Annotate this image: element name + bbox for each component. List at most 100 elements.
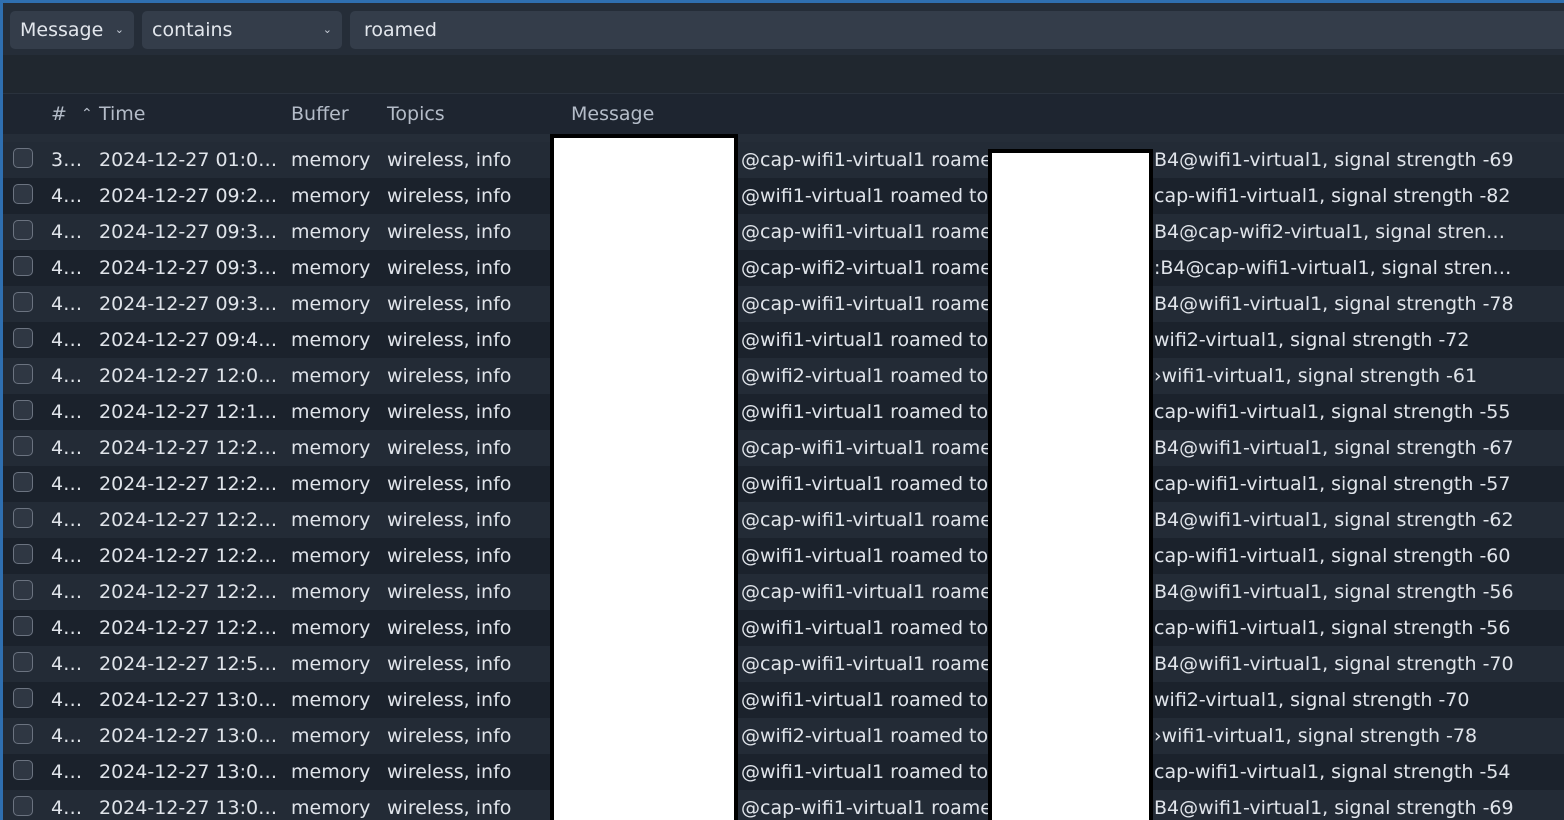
row-buffer: memory: [291, 761, 371, 783]
table-row[interactable]: 40... 2024-12-27 09:38:... memory wireless,…: [3, 286, 1564, 322]
row-buffer: memory: [291, 653, 371, 675]
row-message-part: cap-wifi1-virtual1, signal strength -82: [1154, 185, 1511, 207]
table-row[interactable]: 41... 2024-12-27 13:06:47 memory wireless, …: [3, 682, 1564, 718]
table-row-partial: [3, 134, 1564, 142]
row-checkbox[interactable]: [13, 184, 33, 204]
row-topics: wireless, info: [387, 689, 512, 711]
row-checkbox[interactable]: [13, 508, 33, 528]
row-time: 2024-12-27 09:20:...: [99, 185, 285, 207]
chevron-down-icon: ⌄: [114, 23, 124, 36]
row-checkbox[interactable]: [13, 148, 33, 168]
caret-up-icon[interactable]: ⌃: [81, 106, 93, 122]
table-row[interactable]: 40... 2024-12-27 12:28:12 memory wireless, …: [3, 466, 1564, 502]
row-checkbox[interactable]: [13, 616, 33, 636]
row-message-part: :B4@cap-wifi1-virtual1, signal strengt..…: [1154, 257, 1514, 279]
row-time: 2024-12-27 12:28:12: [99, 473, 285, 495]
row-message-part: @wifi1-virtual1 roamed to 9E: [741, 545, 991, 567]
table-row[interactable]: 40... 2024-12-27 09:44:15 memory wireless, …: [3, 322, 1564, 358]
table-row[interactable]: 40... 2024-12-27 12:28:47 memory wireless, …: [3, 502, 1564, 538]
row-checkbox[interactable]: [13, 652, 33, 672]
row-time: 2024-12-27 13:06:47: [99, 689, 285, 711]
row-number: 40...: [51, 293, 91, 315]
filter-field-label: Message: [20, 19, 104, 41]
row-checkbox[interactable]: [13, 688, 33, 708]
row-buffer: memory: [291, 509, 371, 531]
row-topics: wireless, info: [387, 401, 512, 423]
row-checkbox[interactable]: [13, 724, 33, 744]
row-number: 40...: [51, 509, 91, 531]
row-topics: wireless, info: [387, 221, 512, 243]
table-row[interactable]: 41... 2024-12-27 13:07:11 memory wireless, …: [3, 718, 1564, 754]
row-checkbox[interactable]: [13, 580, 33, 600]
row-message-part: cap-wifi1-virtual1, signal strength -60: [1154, 545, 1511, 567]
row-message-part: ›wifi1-virtual1, signal strength -78: [1154, 725, 1478, 747]
table-row[interactable]: 40... 2024-12-27 12:13:13 memory wireless, …: [3, 394, 1564, 430]
row-checkbox[interactable]: [13, 796, 33, 816]
row-topics: wireless, info: [387, 365, 512, 387]
row-number: 40...: [51, 329, 91, 351]
row-message-part: @cap-wifi2-virtual1 roamed: [741, 257, 991, 279]
row-number: 39...: [51, 149, 91, 171]
redaction-block: [550, 134, 738, 820]
row-checkbox[interactable]: [13, 364, 33, 384]
table-row[interactable]: 40... 2024-12-27 12:29:24 memory wireless, …: [3, 574, 1564, 610]
table-row[interactable]: 40... 2024-12-27 12:51:55 memory wireless, …: [3, 646, 1564, 682]
row-topics: wireless, info: [387, 185, 512, 207]
table-row[interactable]: 4116 2024-12-27 13:09:28 memory wireless, i…: [3, 790, 1564, 820]
log-table-body: 39... 2024-12-27 01:00:... memory wireless,…: [3, 134, 1564, 820]
row-topics: wireless, info: [387, 329, 512, 351]
row-time: 2024-12-27 12:29:24: [99, 581, 285, 603]
column-header-buffer[interactable]: Buffer: [291, 94, 349, 134]
row-number: 4116: [51, 797, 91, 819]
row-checkbox[interactable]: [13, 436, 33, 456]
column-header-message[interactable]: Message: [571, 94, 654, 134]
table-row[interactable]: 4111 2024-12-27 13:09:06 memory wireless, i…: [3, 754, 1564, 790]
row-buffer: memory: [291, 545, 371, 567]
table-row[interactable]: 40... 2024-12-27 12:27:12 memory wireless, …: [3, 430, 1564, 466]
row-buffer: memory: [291, 617, 371, 639]
table-row[interactable]: 40... 2024-12-27 12:29:38 memory wireless, …: [3, 610, 1564, 646]
table-row[interactable]: 40... 2024-12-27 09:20:... memory wireless,…: [3, 178, 1564, 214]
table-row[interactable]: 40... 2024-12-27 12:09:39 memory wireless, …: [3, 358, 1564, 394]
row-message-part: @cap-wifi1-virtual1 roamed t: [741, 293, 991, 315]
table-row[interactable]: 39... 2024-12-27 01:00:... memory wireless,…: [3, 142, 1564, 178]
row-topics: wireless, info: [387, 617, 512, 639]
row-checkbox[interactable]: [13, 544, 33, 564]
row-number: 40...: [51, 185, 91, 207]
row-number: 40...: [51, 653, 91, 675]
row-checkbox[interactable]: [13, 328, 33, 348]
row-message-part: B4@wifi1-virtual1, signal strength -70: [1154, 653, 1514, 675]
row-number: 40...: [51, 257, 91, 279]
table-row[interactable]: 40... 2024-12-27 09:38:... memory wireless,…: [3, 250, 1564, 286]
filter-operator-select[interactable]: contains ⌄: [142, 11, 342, 49]
row-number: 40...: [51, 617, 91, 639]
row-time: 2024-12-27 12:29:03: [99, 545, 285, 567]
row-number: 4111: [51, 761, 91, 783]
row-buffer: memory: [291, 473, 371, 495]
row-checkbox[interactable]: [13, 472, 33, 492]
row-checkbox[interactable]: [13, 400, 33, 420]
row-message-part: @cap-wifi1-virtual1 roamed t: [741, 653, 991, 675]
filter-bar: Message ⌄ contains ⌄ roamed: [3, 3, 1564, 55]
row-message-part: @cap-wifi1-virtual1 roamed t: [741, 797, 991, 819]
filter-field-select[interactable]: Message ⌄: [10, 11, 134, 49]
column-header-time[interactable]: Time: [99, 94, 146, 134]
row-checkbox[interactable]: [13, 760, 33, 780]
row-checkbox[interactable]: [13, 292, 33, 312]
row-checkbox[interactable]: [13, 256, 33, 276]
filter-query-input[interactable]: roamed: [350, 11, 1564, 49]
row-number: 40...: [51, 473, 91, 495]
row-topics: wireless, info: [387, 509, 512, 531]
column-header-number-label: #: [51, 103, 67, 125]
row-buffer: memory: [291, 365, 371, 387]
row-checkbox[interactable]: [13, 220, 33, 240]
column-header-topics[interactable]: Topics: [387, 94, 445, 134]
row-message-part: @cap-wifi1-virtual1 roamed t: [741, 221, 991, 243]
table-row[interactable]: 40... 2024-12-27 12:29:03 memory wireless, …: [3, 538, 1564, 574]
row-number: 40...: [51, 545, 91, 567]
row-number: 40...: [51, 437, 91, 459]
row-topics: wireless, info: [387, 725, 512, 747]
row-number: 41...: [51, 725, 91, 747]
table-row[interactable]: 40... 2024-12-27 09:38:01 memory wireless, …: [3, 214, 1564, 250]
column-header-number[interactable]: # ⌃: [51, 94, 93, 134]
